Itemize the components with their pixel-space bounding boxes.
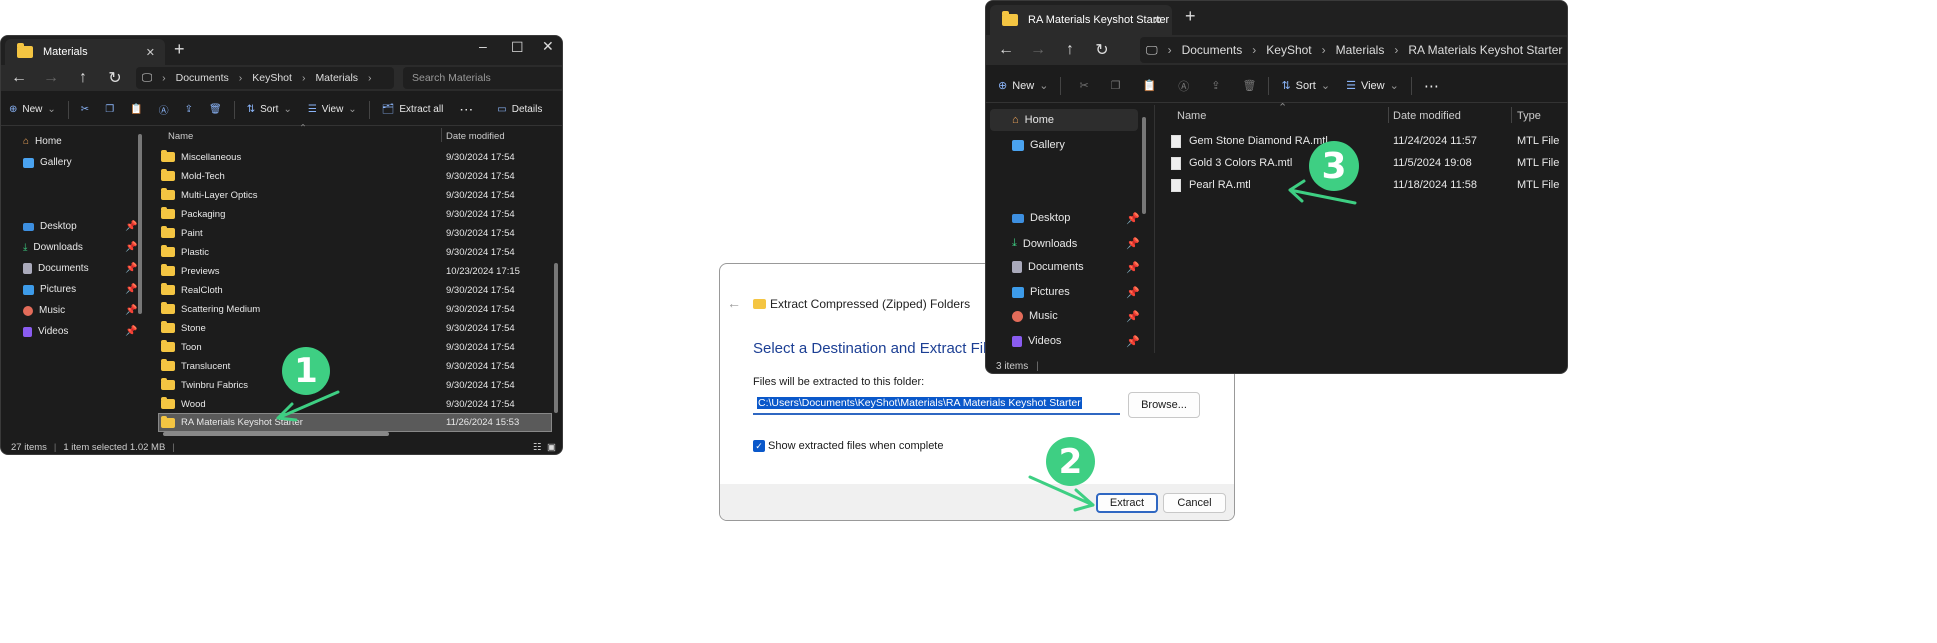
step-3-badge: 3 [1309,141,1359,191]
step-number: 1 [294,351,318,391]
step-2-badge: 2 [1046,437,1095,486]
step-number: 2 [1058,441,1083,482]
step-number: 3 [1321,145,1347,187]
arrow-to-zip-folder [276,390,340,422]
annotation-arrows [276,179,1357,512]
step-1-badge: 1 [282,347,330,395]
